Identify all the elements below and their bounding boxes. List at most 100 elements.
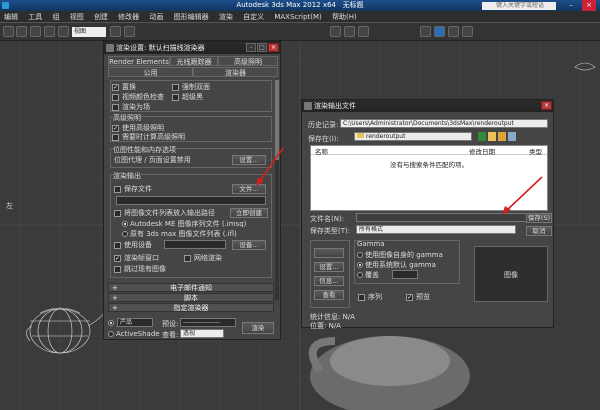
- view-button[interactable]: 查看: [314, 290, 344, 300]
- render-setup-scrollbar[interactable]: [275, 80, 279, 300]
- menu-views[interactable]: 视图: [66, 11, 88, 23]
- checkbox-icon[interactable]: [114, 185, 121, 193]
- mirror-icon[interactable]: [330, 26, 341, 37]
- app-icon[interactable]: [2, 2, 9, 9]
- search-input[interactable]: 键入关键字或短语: [482, 2, 556, 10]
- tab-common[interactable]: 公用: [108, 67, 193, 77]
- scrollbar-thumb[interactable]: [275, 80, 279, 160]
- save-in-select[interactable]: renderoutput: [354, 132, 472, 141]
- checkbox-icon[interactable]: [184, 254, 191, 262]
- radio-gamma-system[interactable]: 使用系统默认 gamma: [357, 260, 436, 270]
- checkbox-icon[interactable]: [112, 93, 119, 101]
- option-render-to-fields[interactable]: 渲染为场: [112, 102, 150, 112]
- info-button[interactable]: 信息...: [314, 276, 344, 286]
- redo-icon[interactable]: [16, 26, 27, 37]
- render-setup-icon[interactable]: [434, 26, 445, 37]
- rotate-icon[interactable]: [58, 26, 69, 37]
- rollout-email[interactable]: + 电子邮件通知: [108, 283, 274, 292]
- checkbox-checked-icon[interactable]: ✓: [114, 254, 121, 262]
- radio-icon[interactable]: [108, 331, 114, 337]
- checkbox-icon[interactable]: [172, 83, 179, 91]
- checkbox-icon[interactable]: [172, 93, 179, 101]
- reference-coord-select[interactable]: 视图: [72, 27, 106, 37]
- option-force-2sided[interactable]: 强制双面: [172, 82, 210, 92]
- menu-maxscript[interactable]: MAXScript(M): [270, 11, 325, 23]
- view-menu-icon[interactable]: [508, 132, 516, 141]
- create-now-button[interactable]: 立即创建: [230, 208, 268, 218]
- radio-gamma-own[interactable]: 使用图像自身的 gamma: [357, 250, 443, 260]
- select-icon[interactable]: [30, 26, 41, 37]
- save-button[interactable]: 保存(S): [526, 213, 552, 223]
- menu-graph-editors[interactable]: 图形编辑器: [170, 11, 213, 23]
- cancel-button[interactable]: 取消: [526, 226, 552, 236]
- back-icon[interactable]: [478, 132, 486, 141]
- undo-icon[interactable]: [3, 26, 14, 37]
- up-folder-icon[interactable]: [488, 132, 496, 141]
- render-frame-icon[interactable]: [448, 26, 459, 37]
- tab-advanced-lighting[interactable]: 高级照明: [218, 56, 278, 66]
- menu-create[interactable]: 创建: [90, 11, 112, 23]
- render-setup-close[interactable]: ×: [268, 43, 279, 52]
- layer-icon[interactable]: [358, 26, 369, 37]
- menu-customize[interactable]: 自定义: [239, 11, 268, 23]
- file-dialog-close[interactable]: ×: [541, 101, 552, 110]
- material-editor-icon[interactable]: [420, 26, 431, 37]
- new-folder-icon[interactable]: [498, 132, 506, 141]
- tab-raytracer[interactable]: 光线跟踪器: [170, 56, 218, 66]
- checkbox-icon[interactable]: [358, 293, 365, 301]
- output-file-button[interactable]: 文件...: [232, 184, 266, 194]
- radio-icon[interactable]: [357, 252, 363, 258]
- activeshade-radio[interactable]: ActiveShade: [108, 330, 160, 338]
- checkbox-checked-icon[interactable]: ✓: [112, 124, 119, 132]
- option-skip-existing[interactable]: 跳过现有图像: [114, 264, 166, 274]
- view-select[interactable]: 透视: [180, 329, 224, 338]
- align-icon[interactable]: [344, 26, 355, 37]
- menu-help[interactable]: 帮助(H): [328, 11, 361, 23]
- menu-group[interactable]: 组: [48, 11, 63, 23]
- preset-select[interactable]: -----------------: [180, 318, 236, 327]
- render-icon[interactable]: [462, 26, 473, 37]
- checkbox-checked-icon[interactable]: ✓: [406, 293, 413, 301]
- move-icon[interactable]: [44, 26, 55, 37]
- menu-rendering[interactable]: 渲染: [215, 11, 237, 23]
- option-put-images[interactable]: 将图像文件列表放入输出路径: [114, 208, 215, 218]
- menu-animation[interactable]: 动画: [145, 11, 167, 23]
- tab-render-elements[interactable]: Render Elements: [108, 56, 170, 66]
- menu-modifiers[interactable]: 修改器: [114, 11, 143, 23]
- option-compute-adv-lighting[interactable]: 需要时计算高级照明: [112, 132, 185, 142]
- option-net-render[interactable]: 网络渲染: [184, 253, 222, 263]
- angle-snap-icon[interactable]: [124, 26, 135, 37]
- filetype-select[interactable]: 所有格式: [356, 225, 516, 234]
- snap-icon[interactable]: [110, 26, 121, 37]
- history-select[interactable]: C:\Users\Administrator\Documents\3dsMax\…: [340, 119, 548, 128]
- option-video-color-check[interactable]: 视频颜色检查: [112, 92, 164, 102]
- option-displacement[interactable]: ✓ 置换: [112, 82, 136, 92]
- device-button[interactable]: 设备...: [232, 240, 266, 250]
- left-viewport-label[interactable]: 左: [6, 201, 13, 211]
- option-sequence[interactable]: 序列: [358, 292, 382, 302]
- rollout-assign-renderer[interactable]: + 指定渲染器: [108, 303, 274, 312]
- radio-icon[interactable]: [122, 231, 128, 237]
- menu-edit[interactable]: 编辑: [0, 11, 22, 23]
- render-setup-minimize[interactable]: –: [246, 43, 256, 52]
- checkbox-icon[interactable]: [114, 209, 121, 217]
- option-preview[interactable]: ✓ 预览: [406, 292, 430, 302]
- render-setup-maximize[interactable]: □: [257, 43, 267, 52]
- radio-selected-icon[interactable]: [108, 320, 114, 326]
- setup-button[interactable]: 设置...: [314, 262, 344, 272]
- rollout-scripts[interactable]: + 脚本: [108, 293, 274, 302]
- radio-legacy-ifl[interactable]: 原有 3ds max 图像文件列表 (.ifl): [122, 229, 237, 239]
- tab-renderer[interactable]: 渲染器: [193, 67, 278, 77]
- option-use-device[interactable]: 使用设备: [114, 240, 152, 250]
- output-path-field[interactable]: [116, 196, 266, 205]
- filename-input[interactable]: [356, 213, 536, 222]
- file-list[interactable]: 名称 修改日期 类型 没有与搜索条件匹配的项。: [310, 145, 548, 211]
- render-button[interactable]: 渲染: [242, 322, 274, 334]
- radio-autodesk-me[interactable]: Autodesk ME 图像序列文件 (.imsq): [122, 219, 246, 229]
- gamma-override-value[interactable]: [392, 270, 418, 279]
- column-modified[interactable]: 修改日期: [469, 146, 495, 156]
- close-button[interactable]: ×: [582, 0, 596, 11]
- menu-tools[interactable]: 工具: [24, 11, 46, 23]
- checkbox-icon[interactable]: [114, 265, 121, 273]
- product-select[interactable]: 产品: [117, 318, 153, 327]
